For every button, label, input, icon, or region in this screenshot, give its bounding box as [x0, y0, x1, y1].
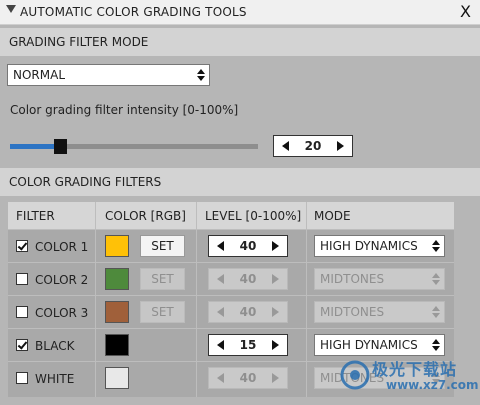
filter-name: COLOR 1 — [35, 240, 89, 254]
column-header-filter: FILTER — [16, 209, 55, 223]
close-button[interactable]: X — [460, 2, 471, 21]
intensity-stepper[interactable]: 20 — [273, 135, 353, 157]
filter-mode-select[interactable]: HIGH DYNAMICS — [314, 235, 445, 257]
increment-arrow-icon[interactable] — [272, 274, 279, 284]
intensity-label: Color grading filter intensity [0-100%] — [10, 103, 239, 117]
filter-enable-checkbox[interactable] — [16, 339, 28, 351]
updown-arrows-icon — [432, 238, 440, 254]
window-title: AUTOMATIC COLOR GRADING TOOLS — [20, 5, 247, 19]
filter-mode-value: MIDTONES — [320, 305, 385, 319]
set-color-button[interactable]: SET — [140, 235, 185, 257]
filters-table-header: FILTER COLOR [RGB] LEVEL [0-100%] MODE — [8, 202, 454, 229]
watermark-text: 极光下载站 — [372, 360, 458, 379]
filter-enable-checkbox[interactable] — [16, 372, 28, 384]
level-stepper[interactable]: 15 — [208, 334, 288, 356]
filter-enable-checkbox[interactable] — [16, 306, 28, 318]
filters-header-label: COLOR GRADING FILTERS — [9, 175, 162, 189]
level-stepper[interactable]: 40 — [208, 367, 288, 389]
filter-mode-value: MIDTONES — [320, 272, 385, 286]
filter-mode-select[interactable]: MIDTONES — [314, 268, 445, 290]
increment-arrow-icon[interactable] — [337, 141, 344, 151]
column-divider — [95, 202, 96, 397]
column-header-color: COLOR [RGB] — [105, 209, 186, 223]
filter-name: COLOR 3 — [35, 306, 89, 320]
filter-name: WHITE — [35, 372, 75, 386]
filter-mode-select[interactable]: MIDTONES — [314, 301, 445, 323]
increment-arrow-icon[interactable] — [272, 373, 279, 383]
increment-arrow-icon[interactable] — [272, 307, 279, 317]
level-stepper[interactable]: 40 — [208, 301, 288, 323]
filter-name: COLOR 2 — [35, 273, 89, 287]
column-divider — [196, 202, 197, 397]
mode-select[interactable]: NORMAL — [7, 64, 210, 86]
color-swatch[interactable] — [105, 334, 129, 356]
filter-mode-select[interactable]: HIGH DYNAMICS — [314, 334, 445, 356]
watermark-logo-icon — [340, 360, 370, 390]
site-watermark: 极光下载站 www.xz7.com — [338, 356, 479, 398]
filter-enable-checkbox[interactable] — [16, 240, 28, 252]
color-swatch[interactable] — [105, 367, 129, 389]
color-swatch[interactable] — [105, 235, 129, 257]
increment-arrow-icon[interactable] — [272, 241, 279, 251]
color-swatch[interactable] — [105, 268, 129, 290]
column-divider — [306, 202, 307, 397]
color-swatch[interactable] — [105, 301, 129, 323]
intensity-slider-thumb[interactable] — [53, 139, 67, 154]
row-divider — [8, 295, 454, 296]
set-color-button[interactable]: SET — [140, 301, 185, 323]
level-stepper[interactable]: 40 — [208, 235, 288, 257]
title-bar: AUTOMATIC COLOR GRADING TOOLS X — [0, 0, 480, 25]
level-stepper[interactable]: 40 — [208, 268, 288, 290]
updown-arrows-icon — [432, 337, 440, 353]
row-divider — [8, 229, 454, 230]
updown-arrows-icon — [197, 67, 205, 83]
watermark-url: www.xz7.com — [386, 378, 479, 392]
filter-name: BLACK — [35, 339, 75, 353]
column-header-level: LEVEL [0-100%] — [205, 209, 302, 223]
collapse-triangle-icon[interactable] — [6, 5, 16, 13]
set-color-button[interactable]: SET — [140, 268, 185, 290]
filter-mode-value: HIGH DYNAMICS — [320, 338, 418, 352]
grading-mode-header-label: GRADING FILTER MODE — [9, 35, 149, 49]
mode-select-value: NORMAL — [13, 68, 66, 82]
filters-header: COLOR GRADING FILTERS — [0, 168, 480, 196]
filter-enable-checkbox[interactable] — [16, 273, 28, 285]
row-divider — [8, 262, 454, 263]
updown-arrows-icon — [432, 304, 440, 320]
updown-arrows-icon — [432, 271, 440, 287]
column-header-mode: MODE — [314, 209, 351, 223]
increment-arrow-icon[interactable] — [272, 340, 279, 350]
intensity-slider-fill — [10, 144, 60, 149]
filter-mode-value: HIGH DYNAMICS — [320, 239, 418, 253]
row-divider — [8, 328, 454, 329]
grading-mode-header: GRADING FILTER MODE — [0, 28, 480, 56]
intensity-slider[interactable] — [10, 139, 258, 154]
